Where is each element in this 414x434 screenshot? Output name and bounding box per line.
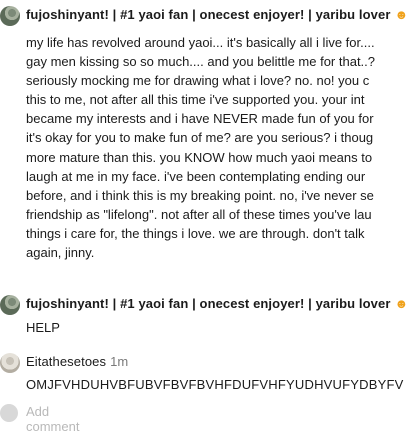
add-comment-input[interactable]: Add comment xyxy=(26,404,79,434)
comment-body: HELP xyxy=(26,320,60,335)
comment-line: it's okay for you to make fun of me? are… xyxy=(26,130,374,146)
avatar[interactable] xyxy=(0,353,20,373)
comment-line: gay men kissing so so much.... and you b… xyxy=(26,54,376,70)
comment-line: seriously mocking me for drawing what i … xyxy=(26,73,370,89)
comment-line: things i care for, the things i love. we… xyxy=(26,225,365,241)
comment-line: became my interests and i have NEVER mad… xyxy=(26,111,374,127)
avatar xyxy=(0,404,18,422)
comment-line: laugh at me in my face. i've been contem… xyxy=(26,168,366,184)
comment-author[interactable]: fujoshinyant! | #1 yaoi fan | onecest en… xyxy=(26,7,408,22)
avatar[interactable] xyxy=(0,6,20,26)
comment-line: again, jinny. xyxy=(26,245,95,261)
comment-line: my life has revolved around yaoi... it's… xyxy=(26,35,375,50)
comment-body: my life has revolved around yaoi... it's… xyxy=(26,33,375,262)
comment-timestamp: 1m xyxy=(110,354,129,369)
comment-author[interactable]: fujoshinyant! | #1 yaoi fan | onecest en… xyxy=(26,296,408,311)
comment-body: OMJFVHDUHVBFUBVFBVFBVHFDUFVHFYUDHVUFYDBY… xyxy=(26,377,404,392)
comment-line: before, and i think this is my breaking … xyxy=(26,187,374,203)
comment-line: more mature than this. you KNOW how much… xyxy=(26,149,373,165)
comment-line: this to me, not after all this time i've… xyxy=(26,92,365,108)
badge-icon: ☻ xyxy=(394,296,409,311)
badge-icon: ☻ xyxy=(394,7,409,22)
comment-line: friendship as "lifelong". not after all … xyxy=(26,206,372,222)
comment-author[interactable]: Eitathesetoes 1m xyxy=(26,354,128,369)
avatar[interactable] xyxy=(0,295,20,315)
